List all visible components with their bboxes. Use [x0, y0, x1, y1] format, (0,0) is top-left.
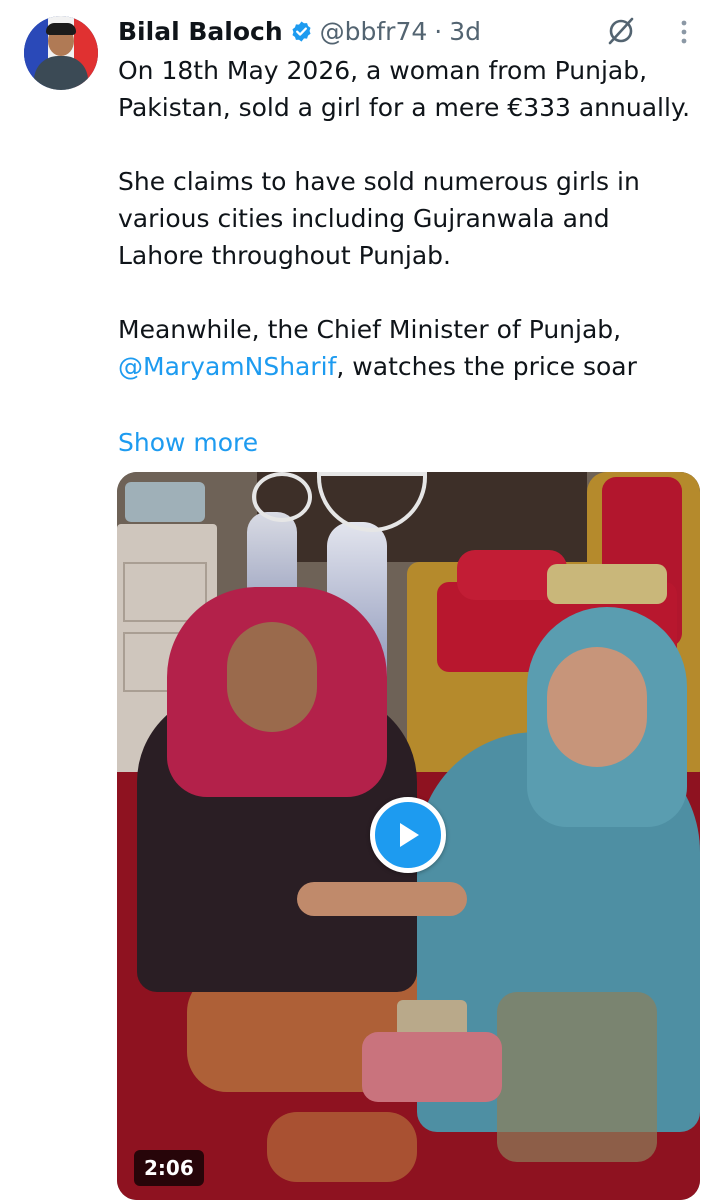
tweet-timestamp[interactable]: 3d [449, 17, 481, 46]
tweet-text: On 18th May 2026, a woman from Punjab, P… [118, 52, 698, 385]
meta-separator: · [434, 16, 443, 46]
more-vertical-icon[interactable] [674, 18, 694, 46]
cloth-bundle [547, 564, 667, 604]
verified-badge-icon [292, 20, 311, 42]
carpet-pattern [267, 1112, 417, 1182]
girl-face [227, 622, 317, 732]
tweet-header: Bilal Baloch @bbfr74 · 3d [118, 14, 481, 48]
shelf-items [125, 482, 205, 522]
avatar-person-hair [46, 23, 76, 35]
author-handle[interactable]: @bbfr74 [320, 17, 428, 46]
tweet-paragraph: She claims to have sold numerous girls i… [118, 167, 640, 270]
decorative-wheel [252, 472, 312, 522]
tweet-paragraph-text: Meanwhile, the Chief Minister of Punjab, [118, 315, 622, 344]
avatar[interactable] [24, 16, 98, 90]
author-name[interactable]: Bilal Baloch [118, 17, 283, 46]
play-button[interactable] [370, 797, 446, 873]
video-duration-badge: 2:06 [134, 1150, 204, 1186]
tweet-paragraph-text: , watches the price soar [336, 352, 637, 381]
tweet-paragraph: On 18th May 2026, a woman from Punjab, P… [118, 56, 691, 122]
woman-arm [297, 882, 467, 916]
tweet-paragraph: Meanwhile, the Chief Minister of Punjab,… [118, 311, 698, 385]
grok-icon[interactable] [606, 16, 636, 46]
mention-link[interactable]: @MaryamNSharif [118, 352, 336, 381]
avatar-person-body [34, 56, 88, 90]
pillow-on-floor [362, 1032, 502, 1102]
woman-dress-pattern [497, 992, 657, 1162]
woman-face [547, 647, 647, 767]
play-icon [400, 823, 419, 847]
show-more-link[interactable]: Show more [118, 424, 258, 461]
